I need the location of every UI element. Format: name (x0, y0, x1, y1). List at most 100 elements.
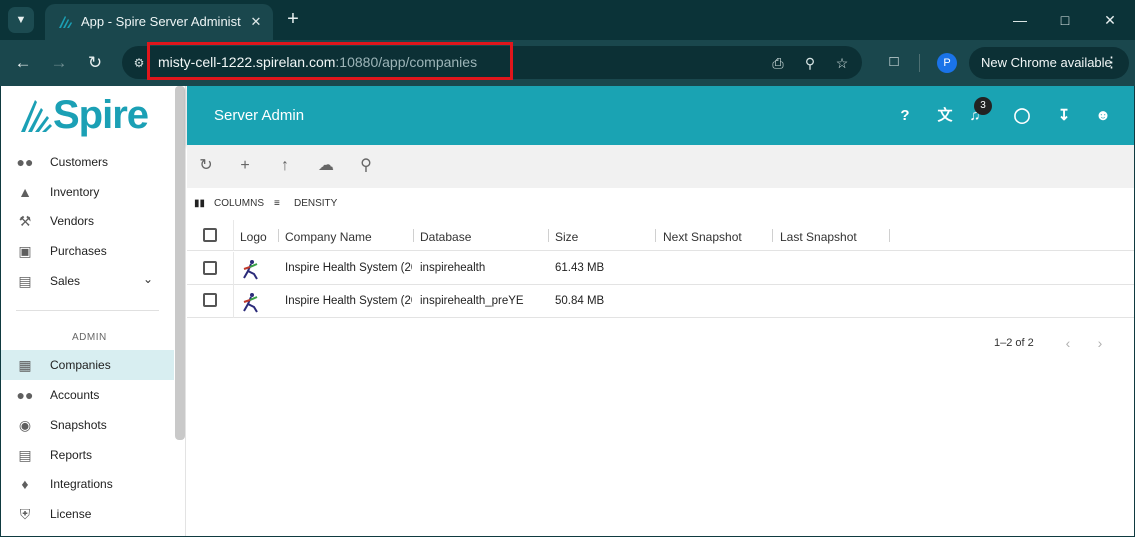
column-separator[interactable] (413, 229, 414, 242)
sidebar-item-snapshots[interactable]: ◉ Snapshots (1, 410, 174, 440)
table-row[interactable]: Inspire Health System (2023) inspireheal… (187, 285, 1134, 318)
page-title: Server Admin (214, 107, 305, 124)
row-checkbox[interactable] (203, 293, 217, 307)
sidebar-item-label: Reports (50, 448, 93, 462)
url-path: :10880/app/companies (335, 54, 478, 70)
document-icon: ▤ (18, 447, 32, 463)
new-tab-button[interactable]: + (282, 8, 304, 30)
sidebar-item-companies[interactable]: ▦ Companies (1, 350, 174, 380)
browser-toolbar: ← → ↻ ⚙ misty-cell-1222.spirelan.com:108… (0, 40, 1135, 86)
install-app-icon[interactable]: ⎙ (768, 53, 788, 73)
notification-badge: 3 (974, 97, 992, 115)
sidebar-item-integrations[interactable]: ♦ Integrations (1, 469, 174, 499)
column-separator[interactable] (655, 229, 656, 242)
table-row[interactable]: Inspire Health System (2024) inspireheal… (187, 252, 1134, 285)
chrome-update-button[interactable]: New Chrome available ⋮ (969, 47, 1129, 79)
url-text[interactable]: misty-cell-1222.spirelan.com:10880/app/c… (158, 54, 477, 70)
database-name: inspirehealth (420, 262, 486, 274)
cloud-download-icon[interactable]: ☁ (315, 155, 337, 177)
column-separator[interactable] (772, 229, 773, 242)
chevron-down-icon[interactable]: ⌄ (143, 272, 153, 286)
select-all-checkbox[interactable] (203, 228, 217, 242)
row-checkbox[interactable] (203, 261, 217, 275)
spire-favicon-icon (59, 16, 72, 28)
column-separator[interactable] (889, 229, 890, 242)
database-icon[interactable]: ◯ (1011, 105, 1033, 127)
account-icon[interactable]: ☻ (1092, 105, 1114, 127)
column-header-next-snapshot[interactable]: Next Snapshot (663, 230, 742, 244)
toolbar-divider (919, 54, 920, 72)
sidebar-item-label: Accounts (50, 388, 100, 402)
basket-icon: ▲ (18, 184, 32, 200)
sidebar-item-sales[interactable]: ▤ Sales ⌄ (1, 266, 174, 296)
column-separator[interactable] (278, 229, 279, 242)
sidebar-item-label: Customers (50, 155, 109, 169)
url-host: misty-cell-1222.spirelan.com (158, 54, 336, 70)
minimize-button[interactable]: — (1000, 6, 1040, 34)
profile-avatar[interactable]: P (937, 53, 957, 73)
database-name: inspirehealth_preYE (420, 295, 524, 307)
density-button[interactable]: ≡ DENSITY (274, 198, 337, 212)
sidebar-item-reports[interactable]: ▤ Reports (1, 440, 174, 470)
column-separator[interactable] (548, 229, 549, 242)
sidebar-item-label: Vendors (50, 214, 95, 228)
address-bar[interactable]: ⚙ misty-cell-1222.spirelan.com:10880/app… (122, 42, 862, 80)
close-window-button[interactable]: ✕ (1090, 6, 1130, 34)
forward-button[interactable]: → (47, 51, 71, 75)
add-icon[interactable]: + (234, 155, 256, 177)
spire-logo[interactable]: Spire (19, 93, 159, 137)
maximize-button[interactable]: □ (1045, 6, 1085, 34)
shield-check-icon: ⛨ (19, 506, 31, 522)
sidebar-item-purchases[interactable]: ▣ Purchases (1, 236, 174, 266)
web-page: Spire ●● Customers ▲ Inventory ⚒ Vendors… (1, 86, 1134, 536)
column-header-company[interactable]: Company Name (285, 230, 372, 244)
sidebar-item-accounts[interactable]: ●● Accounts (1, 380, 174, 410)
next-page-icon[interactable]: › (1091, 334, 1109, 352)
column-divider (233, 220, 234, 251)
help-icon[interactable]: ? (894, 105, 916, 127)
building-icon: ▦ (18, 357, 32, 373)
zoom-icon[interactable]: ⚲ (800, 53, 820, 73)
spire-logo-icon (21, 100, 52, 132)
back-button[interactable]: ← (11, 51, 35, 75)
columns-button[interactable]: ▮▮ COLUMNS (194, 198, 264, 212)
density-label: DENSITY (294, 198, 338, 209)
sidebar-item-customers[interactable]: ●● Customers (1, 147, 174, 177)
logo-wordmark: Spire (53, 93, 149, 137)
search-icon[interactable]: ⚲ (355, 155, 377, 177)
sidebar-item-license[interactable]: ⛨ License (1, 499, 174, 529)
size-value: 61.43 MB (555, 262, 605, 274)
columns-label: COLUMNS (214, 198, 265, 209)
tab-close-icon[interactable]: ✕ (247, 13, 265, 31)
tab-search-button[interactable]: ▼ (8, 7, 34, 33)
browser-tab[interactable]: App - Spire Server Administratio ✕ (45, 4, 273, 40)
app-header: Server Admin ? 文 ♫ 3 ◯ ↧ ☻ (187, 86, 1134, 145)
table-footer: 1–2 of 2 ‹ › (187, 318, 1134, 363)
extensions-icon[interactable]: □ (884, 52, 904, 72)
update-label: New Chrome available (981, 55, 1112, 70)
column-header-database[interactable]: Database (420, 230, 471, 244)
upload-arrow-icon[interactable]: ↑ (274, 155, 296, 177)
browser-window: ▼ App - Spire Server Administratio ✕ + —… (0, 0, 1135, 537)
refresh-icon[interactable]: ↻ (195, 155, 217, 177)
sidebar-item-label: Inventory (50, 185, 100, 199)
previous-page-icon[interactable]: ‹ (1059, 334, 1077, 352)
action-toolbar: ↻ + ↑ ☁ ⚲ (187, 145, 1134, 188)
column-header-last-snapshot[interactable]: Last Snapshot (780, 230, 857, 244)
translate-icon[interactable]: 文 (934, 105, 956, 127)
bookmark-star-icon[interactable]: ☆ (832, 53, 852, 73)
sidebar-scrollbar[interactable] (175, 86, 185, 440)
download-icon[interactable]: ↧ (1053, 105, 1075, 127)
menu-kebab-icon[interactable]: ⋮ (1104, 47, 1119, 79)
column-header-size[interactable]: Size (555, 230, 578, 244)
sidebar-item-inventory[interactable]: ▲ Inventory (1, 177, 174, 207)
wrench-icon: ⚒ (18, 213, 32, 229)
reload-button[interactable]: ↻ (83, 51, 107, 75)
site-info-icon[interactable]: ⚙ (130, 54, 148, 72)
column-divider (233, 285, 234, 318)
cart-icon: ▣ (18, 243, 32, 259)
puzzle-icon: ♦ (21, 476, 29, 492)
sidebar: Spire ●● Customers ▲ Inventory ⚒ Vendors… (1, 86, 186, 536)
sidebar-item-vendors[interactable]: ⚒ Vendors (1, 206, 174, 236)
column-header-logo[interactable]: Logo (240, 230, 267, 244)
